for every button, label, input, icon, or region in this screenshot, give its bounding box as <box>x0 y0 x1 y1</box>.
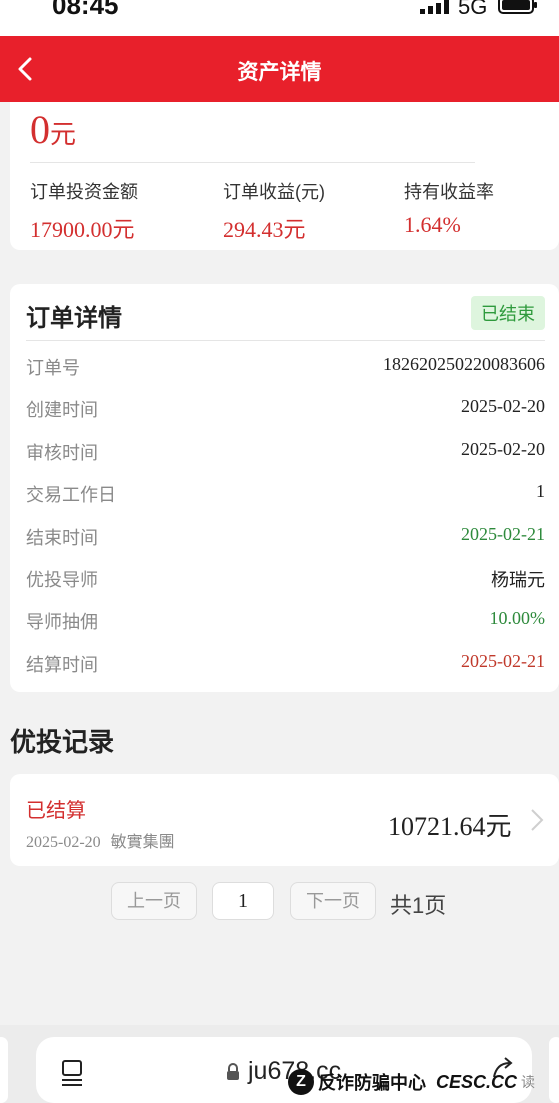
balance-unit: 元 <box>50 120 77 149</box>
record-amount: 10721.64元 <box>388 812 512 841</box>
summary-divider <box>30 162 475 163</box>
lock-icon <box>227 1063 239 1080</box>
detail-row-review-time: 审核时间 2025-02-20 <box>26 439 545 469</box>
stat-label: 订单收益(元) <box>223 182 325 202</box>
row-value: 1 <box>536 481 545 501</box>
record-meta: 2025-02-20 敏實集團 <box>26 828 185 852</box>
stat-label: 订单投资金额 <box>30 182 138 202</box>
stat-label: 持有收益率 <box>404 182 494 202</box>
chevron-right-icon <box>531 809 544 831</box>
watermark: Z 反诈防骗中心 CESC.CC 读 <box>288 1066 535 1098</box>
detail-divider <box>26 340 545 341</box>
watermark-read: 读 <box>521 1074 536 1090</box>
current-page-indicator[interactable]: 1 <box>212 882 274 920</box>
row-label: 导师抽佣 <box>26 612 98 632</box>
stat-yield-rate: 持有收益率 1.64% <box>404 178 494 238</box>
stat-investment: 订单投资金额 17900.00元 <box>30 178 138 244</box>
status-bar: 08:45 5G <box>0 0 559 36</box>
prev-tab-edge[interactable] <box>0 1037 8 1103</box>
signal-icon <box>420 0 449 14</box>
row-value: 182620250220083606 <box>383 354 545 374</box>
next-tab-edge[interactable] <box>549 1037 559 1103</box>
row-label: 订单号 <box>26 358 80 378</box>
record-item[interactable]: 已结算 2025-02-20 敏實集團 10721.64元 <box>10 774 559 866</box>
page-total: 共1页 <box>390 893 447 918</box>
stat-earnings: 订单收益(元) 294.43元 <box>223 178 325 244</box>
row-label: 创建时间 <box>26 400 98 420</box>
detail-row-commission: 导师抽佣 10.00% <box>26 608 545 638</box>
prev-page-button[interactable]: 上一页 <box>111 882 197 920</box>
row-value: 2025-02-21 <box>461 651 545 671</box>
row-value: 10.00% <box>489 608 546 628</box>
row-label: 审核时间 <box>26 443 98 463</box>
asset-summary-card: 0元 订单投资金额 17900.00元 订单收益(元) 294.43元 持有收益… <box>10 102 559 250</box>
app-header: 资产详情 <box>0 36 559 102</box>
tabs-icon[interactable] <box>60 1059 84 1087</box>
order-detail-card: 订单详情 已结束 订单号 182620250220083606 创建时间 202… <box>10 284 559 692</box>
detail-row-order-number: 订单号 182620250220083606 <box>26 354 545 384</box>
next-page-button[interactable]: 下一页 <box>290 882 376 920</box>
battery-icon <box>498 0 537 14</box>
records-title: 优投记录 <box>10 727 115 757</box>
stat-value: 1.64% <box>404 212 461 237</box>
detail-row-created-time: 创建时间 2025-02-20 <box>26 396 545 426</box>
record-date: 2025-02-20 <box>26 834 101 851</box>
balance-amount: 0元 <box>30 106 76 153</box>
row-label: 结束时间 <box>26 528 98 548</box>
row-value: 2025-02-20 <box>461 439 545 459</box>
row-label: 交易工作日 <box>26 485 116 505</box>
stat-value: 294.43元 <box>223 217 306 242</box>
detail-row-settlement-time: 结算时间 2025-02-21 <box>26 651 545 681</box>
detail-row-trading-days: 交易工作日 1 <box>26 481 545 511</box>
stat-value: 17900.00元 <box>30 217 135 242</box>
detail-row-mentor: 优投导师 杨瑞元 <box>26 566 545 596</box>
status-time: 08:45 <box>52 0 119 20</box>
detail-row-end-time: 结束时间 2025-02-21 <box>26 524 545 554</box>
record-status: 已结算 <box>26 800 86 822</box>
order-detail-title: 订单详情 <box>26 305 122 332</box>
page-title: 资产详情 <box>237 61 322 84</box>
status-badge: 已结束 <box>471 296 545 330</box>
row-label: 结算时间 <box>26 655 98 675</box>
watermark-logo-icon: Z <box>288 1069 314 1095</box>
row-value: 2025-02-21 <box>461 524 545 544</box>
network-label: 5G <box>458 0 488 19</box>
watermark-site: CESC.CC <box>436 1071 518 1092</box>
watermark-text: 反诈防骗中心 <box>318 1073 426 1093</box>
record-company: 敏實集團 <box>110 834 175 851</box>
balance-value: 0 <box>30 107 50 152</box>
row-value: 杨瑞元 <box>491 570 545 590</box>
row-label: 优投导师 <box>26 570 98 590</box>
row-value: 2025-02-20 <box>461 396 545 416</box>
